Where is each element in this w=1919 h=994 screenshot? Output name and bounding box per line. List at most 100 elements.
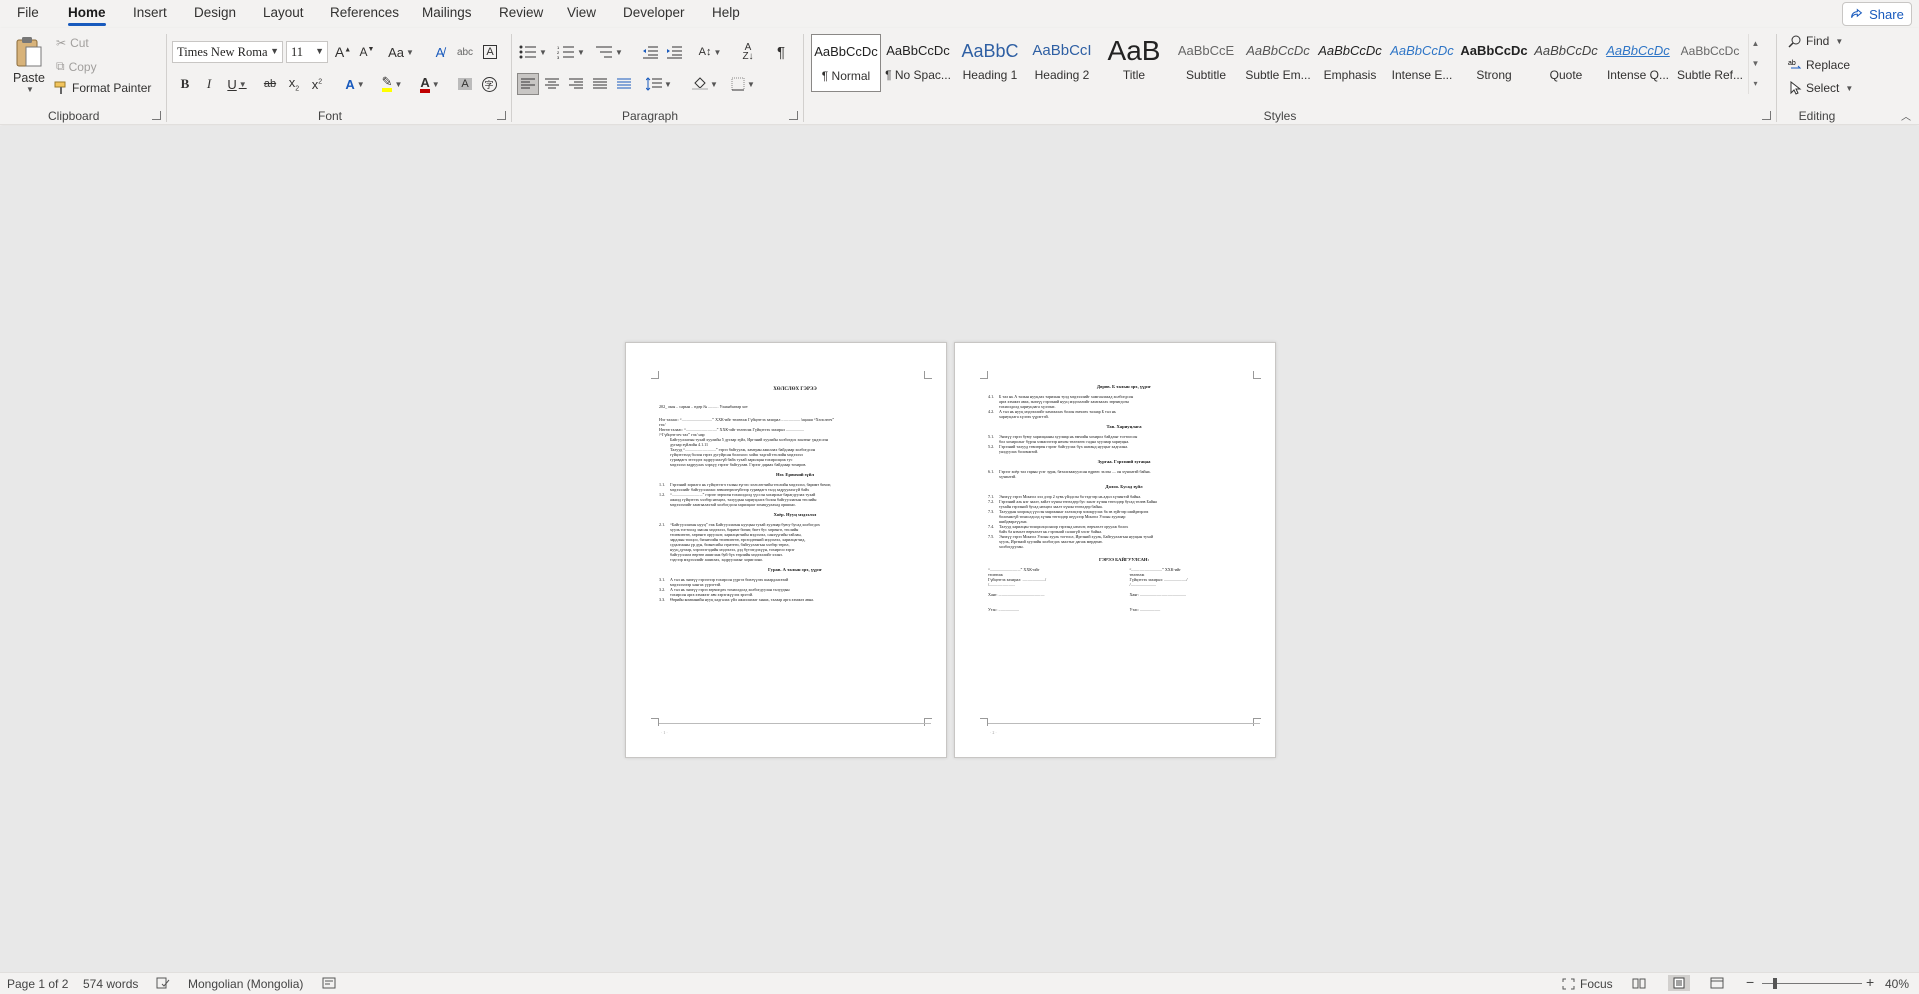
tab-review[interactable]: Review xyxy=(499,5,543,20)
sort-button[interactable]: A Z↓ xyxy=(737,41,759,63)
enclose-characters-button[interactable]: 字 xyxy=(479,73,499,95)
multilevel-list-button[interactable]: ▼ xyxy=(594,41,624,63)
phonetic-guide-button[interactable]: abc xyxy=(454,41,476,63)
text-effects-button[interactable]: A ▼ xyxy=(340,73,370,95)
style-subtle-emphasis[interactable]: AaBbCcDc Subtle Em... xyxy=(1243,34,1313,92)
style-subtitle[interactable]: AaBbCcE Subtitle xyxy=(1171,34,1241,92)
gallery-up-button[interactable]: ▲ xyxy=(1749,34,1762,54)
change-case-button[interactable]: Aa ▼ xyxy=(386,41,416,63)
style-subtle-reference[interactable]: AaBbCcDc Subtle Ref... xyxy=(1675,34,1745,92)
font-color-button[interactable]: A ▼ xyxy=(415,73,445,95)
style-name: Intense Q... xyxy=(1606,68,1670,82)
align-right-button[interactable] xyxy=(565,73,587,95)
style-no-spacing[interactable]: AaBbCcDc ¶ No Spac... xyxy=(883,34,953,92)
font-group-label: Font xyxy=(317,109,342,123)
superscript-icon: x2 xyxy=(311,76,323,92)
font-name-combo[interactable]: Times New Roma ▼ xyxy=(172,41,283,63)
show-formatting-button[interactable]: ¶ xyxy=(770,41,792,63)
shrink-font-button[interactable]: A▼ xyxy=(357,41,377,63)
tab-developer[interactable]: Developer xyxy=(623,5,685,20)
clipboard-launcher-icon[interactable] xyxy=(152,111,161,120)
word-count[interactable]: 574 words xyxy=(83,977,138,991)
cut-button[interactable]: ✂ Cut xyxy=(56,36,89,50)
line-spacing-button[interactable]: ▼ xyxy=(644,73,674,95)
format-painter-button[interactable]: Format Painter xyxy=(54,81,151,95)
style-strong[interactable]: AaBbCcDc Strong xyxy=(1459,34,1529,92)
decrease-indent-button[interactable] xyxy=(640,41,660,63)
zoom-out-button[interactable]: − xyxy=(1746,974,1754,990)
style-normal[interactable]: AaBbCcDc ¶ Normal xyxy=(811,34,881,92)
collapse-ribbon-icon[interactable]: ︿ xyxy=(1901,108,1911,123)
style-quote[interactable]: AaBbCcDc Quote xyxy=(1531,34,1601,92)
shading-button[interactable]: ▼ xyxy=(690,73,720,95)
zoom-level[interactable]: 40% xyxy=(1885,977,1909,991)
align-center-button[interactable] xyxy=(541,73,563,95)
font-launcher-icon[interactable] xyxy=(497,111,506,120)
character-border-button[interactable]: A xyxy=(480,41,500,63)
paste-button[interactable]: Paste ▼ xyxy=(10,34,48,94)
paintbrush-icon xyxy=(54,81,66,94)
style-preview: AaBbCcDc xyxy=(1680,44,1740,58)
zoom-slider-thumb[interactable] xyxy=(1773,978,1777,989)
copy-button[interactable]: ⧉ Copy xyxy=(56,59,97,74)
underline-button[interactable]: U ▼ xyxy=(222,73,252,95)
bullets-button[interactable]: ▼ xyxy=(518,41,548,63)
document-page-1[interactable]: ХӨЛСЛӨХ ГЭРЭЭ 202_ оны .. сарын .. өдөр … xyxy=(625,342,947,758)
accessibility-status[interactable] xyxy=(322,977,336,989)
tab-design[interactable]: Design xyxy=(194,5,236,20)
tab-layout[interactable]: Layout xyxy=(263,5,304,20)
tab-references[interactable]: References xyxy=(330,5,399,20)
borders-button[interactable]: ▼ xyxy=(728,73,758,95)
share-button[interactable]: Share xyxy=(1842,2,1912,26)
document-canvas[interactable]: ХӨЛСЛӨХ ГЭРЭЭ 202_ оны .. сарын .. өдөр … xyxy=(0,126,1919,972)
replace-button[interactable]: ab Replace xyxy=(1788,58,1850,72)
language-indicator[interactable]: Mongolian (Mongolia) xyxy=(188,977,303,991)
tab-view[interactable]: View xyxy=(567,5,596,20)
tab-file[interactable]: File xyxy=(17,5,39,20)
distributed-button[interactable] xyxy=(613,73,635,95)
style-intense-quote[interactable]: AaBbCcDc Intense Q... xyxy=(1603,34,1673,92)
document-page-2[interactable]: Дөрөв. Б талын эрх, үүрэг 4.1. Б тал нь А … xyxy=(954,342,1276,758)
paragraph-launcher-icon[interactable] xyxy=(789,111,798,120)
character-shading-button[interactable]: A xyxy=(455,73,475,95)
web-layout-button[interactable] xyxy=(1710,977,1724,989)
style-title[interactable]: AaB Title xyxy=(1099,34,1169,92)
crop-mark xyxy=(651,371,659,379)
style-intense-emphasis[interactable]: AaBbCcDc Intense E... xyxy=(1387,34,1457,92)
justify-button[interactable] xyxy=(589,73,611,95)
zoom-slider-track[interactable] xyxy=(1762,983,1862,984)
page-number: · 2 · xyxy=(990,730,997,735)
clear-formatting-button[interactable]: A̸ xyxy=(430,41,450,63)
tab-insert[interactable]: Insert xyxy=(133,5,167,20)
font-size-combo[interactable]: 11 ▼ xyxy=(286,41,328,63)
italic-button[interactable]: I xyxy=(199,73,219,95)
style-heading-2[interactable]: AaBbCcI Heading 2 xyxy=(1027,34,1097,92)
page-count[interactable]: Page 1 of 2 xyxy=(7,977,68,991)
style-heading-1[interactable]: AaBbC Heading 1 xyxy=(955,34,1025,92)
gallery-down-button[interactable]: ▼ xyxy=(1749,54,1762,74)
print-layout-button[interactable] xyxy=(1668,975,1690,991)
asian-layout-button[interactable]: A↕ ▼ xyxy=(695,41,725,63)
align-left-button[interactable] xyxy=(517,73,539,95)
style-emphasis[interactable]: AaBbCcDc Emphasis xyxy=(1315,34,1385,92)
proofing-status[interactable] xyxy=(156,977,170,989)
bold-button[interactable]: B xyxy=(175,73,195,95)
gallery-more-button[interactable]: ▾ xyxy=(1749,74,1762,94)
focus-button[interactable]: Focus xyxy=(1562,977,1613,991)
tab-home[interactable]: Home xyxy=(68,5,106,26)
read-mode-button[interactable] xyxy=(1632,977,1646,989)
numbering-button[interactable]: 1 2 3 ▼ xyxy=(556,41,586,63)
grow-font-button[interactable]: A▲ xyxy=(333,41,353,63)
select-button[interactable]: Select ▼ xyxy=(1788,81,1853,95)
increase-indent-button[interactable] xyxy=(664,41,684,63)
superscript-button[interactable]: x2 xyxy=(307,73,327,95)
zoom-in-button[interactable]: + xyxy=(1866,974,1874,990)
tab-help[interactable]: Help xyxy=(712,5,740,20)
find-button[interactable]: Find ▼ xyxy=(1788,34,1843,48)
tab-mailings[interactable]: Mailings xyxy=(422,5,472,20)
styles-launcher-icon[interactable] xyxy=(1762,111,1771,120)
strikethrough-button[interactable]: ab xyxy=(260,73,280,95)
line-spacing-icon xyxy=(646,77,663,91)
highlight-color-button[interactable]: ✎ ▼ xyxy=(377,73,407,95)
subscript-button[interactable]: x2 xyxy=(284,73,304,95)
